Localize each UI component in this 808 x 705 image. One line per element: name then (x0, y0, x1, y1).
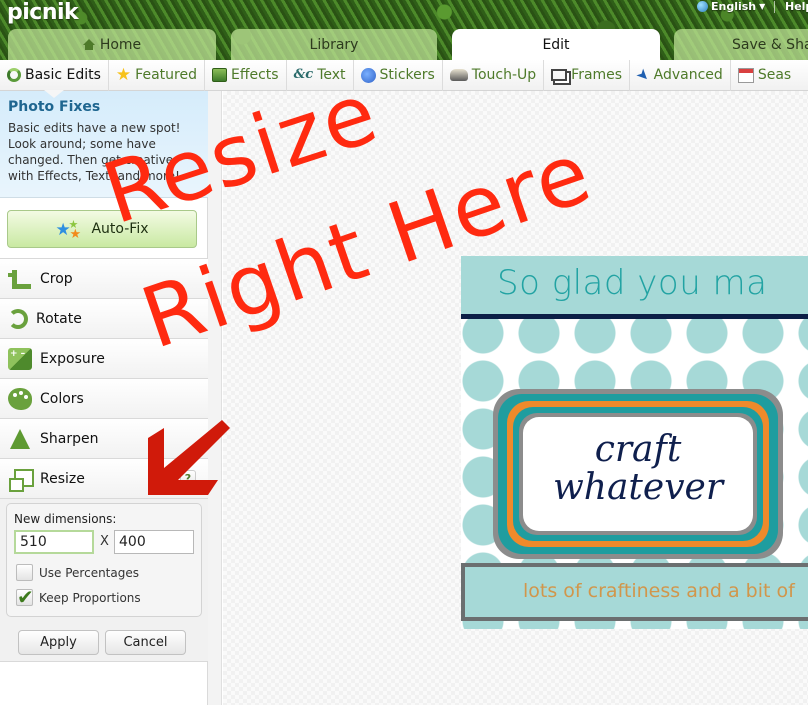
home-icon (82, 39, 95, 50)
tool-label: Exposure (40, 350, 105, 367)
star-icon: ★ (115, 65, 132, 85)
touch-up-icon (449, 69, 468, 81)
help-link[interactable]: Help (785, 0, 808, 13)
subtab-label: Touch-Up (471, 67, 537, 83)
tip-title: Photo Fixes (8, 99, 101, 115)
frames-icon (551, 69, 568, 81)
picnik-logo[interactable]: picnik (7, 0, 79, 25)
subtab-label: Seas (757, 67, 792, 83)
subtab-label: Featured (135, 67, 197, 83)
width-input[interactable] (14, 530, 94, 554)
auto-fix-label: Auto-Fix (91, 221, 149, 237)
subtab-label: Frames (571, 67, 623, 83)
photo-center-text: craft whatever (523, 431, 753, 507)
photo-banner: lots of craftiness and a bit of (461, 563, 808, 621)
globe-icon (697, 1, 708, 12)
subtab-label: Stickers (379, 67, 435, 83)
use-percentages-checkbox[interactable] (16, 564, 33, 581)
basic-edits-icon (7, 68, 21, 82)
tab-save-share-label: Save & Sha (732, 36, 808, 53)
basic-edits-sidebar: Photo Fixes Basic edits have a new spot!… (0, 90, 208, 705)
rotate-icon (8, 308, 28, 329)
tab-library-label: Library (309, 36, 359, 53)
tab-edit-label: Edit (542, 36, 570, 53)
resize-panel: New dimensions: X Use Percentages Keep P… (0, 498, 208, 662)
tab-edit[interactable]: Edit (452, 29, 660, 60)
tool-label: Rotate (36, 310, 82, 327)
use-percentages-row[interactable]: Use Percentages (16, 564, 139, 581)
height-input[interactable] (114, 530, 194, 554)
subtab-label: Effects (230, 67, 279, 83)
photo-center-line1: craft (594, 429, 682, 470)
rocket-icon: ➤ (632, 64, 655, 86)
subtab-text[interactable]: &c Text (287, 59, 354, 91)
calendar-icon (737, 67, 754, 83)
cancel-button[interactable]: Cancel (105, 630, 186, 655)
subtab-label: Basic Edits (25, 67, 101, 83)
language-selector[interactable]: English ▼ (697, 0, 781, 13)
header-bar: picnik English ▼ Help Home Library Edit … (0, 0, 808, 60)
text-icon: &c (293, 67, 314, 82)
photo-fixes-tip: Photo Fixes Basic edits have a new spot!… (0, 90, 208, 198)
apply-button[interactable]: Apply (18, 630, 99, 655)
photo-center-line2: whatever (552, 467, 724, 508)
subtab-label: Text (317, 67, 346, 83)
subtab-effects[interactable]: Effects (205, 59, 287, 91)
tool-rotate[interactable]: Rotate (0, 298, 208, 338)
subtab-seasonal[interactable]: Seas (731, 60, 798, 91)
sharpen-icon (8, 428, 32, 450)
tip-body: Basic edits have a new spot! Look around… (8, 121, 181, 183)
keep-proportions-label: Keep Proportions (39, 590, 141, 605)
tip-pointer (44, 90, 64, 98)
crop-icon (8, 268, 32, 290)
sticker-icon (360, 67, 376, 83)
divider (774, 0, 776, 13)
tab-library[interactable]: Library (231, 29, 437, 60)
tool-label: Resize (40, 470, 85, 487)
chevron-down-icon: ▼ (759, 2, 766, 11)
keep-proportions-row[interactable]: Keep Proportions (16, 585, 141, 609)
effects-icon (211, 68, 227, 82)
subtab-frames[interactable]: Frames (544, 59, 631, 91)
photo-banner-text: lots of craftiness and a bit of (523, 580, 795, 602)
tool-label: Crop (40, 270, 73, 287)
auto-fix-button[interactable]: ★ ★ ★ Auto-Fix (7, 210, 197, 248)
use-percentages-label: Use Percentages (39, 565, 139, 580)
tab-home-label: Home (99, 36, 142, 53)
tool-exposure[interactable]: Exposure (0, 338, 208, 378)
dimensions-box: New dimensions: X Use Percentages Keep P… (6, 503, 202, 617)
language-label: English (711, 0, 757, 13)
tab-save-share[interactable]: Save & Sha (674, 29, 808, 60)
edit-subtabs: Basic Edits ★ Featured Effects &c Text S… (0, 59, 808, 91)
dimension-separator: X (100, 534, 109, 549)
subtab-advanced[interactable]: ➤ Advanced (630, 59, 731, 91)
subtab-label: Advanced (653, 67, 723, 83)
tool-crop[interactable]: Crop (0, 258, 208, 298)
tab-home[interactable]: Home (8, 29, 216, 60)
photo-header-band: So glad you ma (461, 256, 808, 314)
tool-label: Sharpen (40, 430, 99, 447)
subtab-touch-up[interactable]: Touch-Up (443, 59, 545, 91)
sidebar-scrollbar[interactable] (208, 91, 222, 705)
stars-icon: ★ ★ ★ (55, 218, 82, 242)
palette-icon (8, 387, 32, 410)
subtab-stickers[interactable]: Stickers (354, 59, 443, 91)
exposure-icon (8, 347, 32, 370)
photo-image[interactable]: So glad you ma craft whatever lots of cr… (461, 256, 808, 629)
tool-label: Colors (40, 390, 84, 407)
photo-header-text: So glad you ma (497, 263, 768, 303)
subtab-basic-edits[interactable]: Basic Edits (0, 59, 109, 91)
new-dimensions-label: New dimensions: (14, 512, 117, 526)
subtab-featured[interactable]: ★ Featured (109, 59, 205, 91)
resize-icon (8, 468, 34, 492)
annotation-arrow-icon (148, 420, 230, 495)
keep-proportions-checkbox[interactable] (16, 585, 34, 609)
